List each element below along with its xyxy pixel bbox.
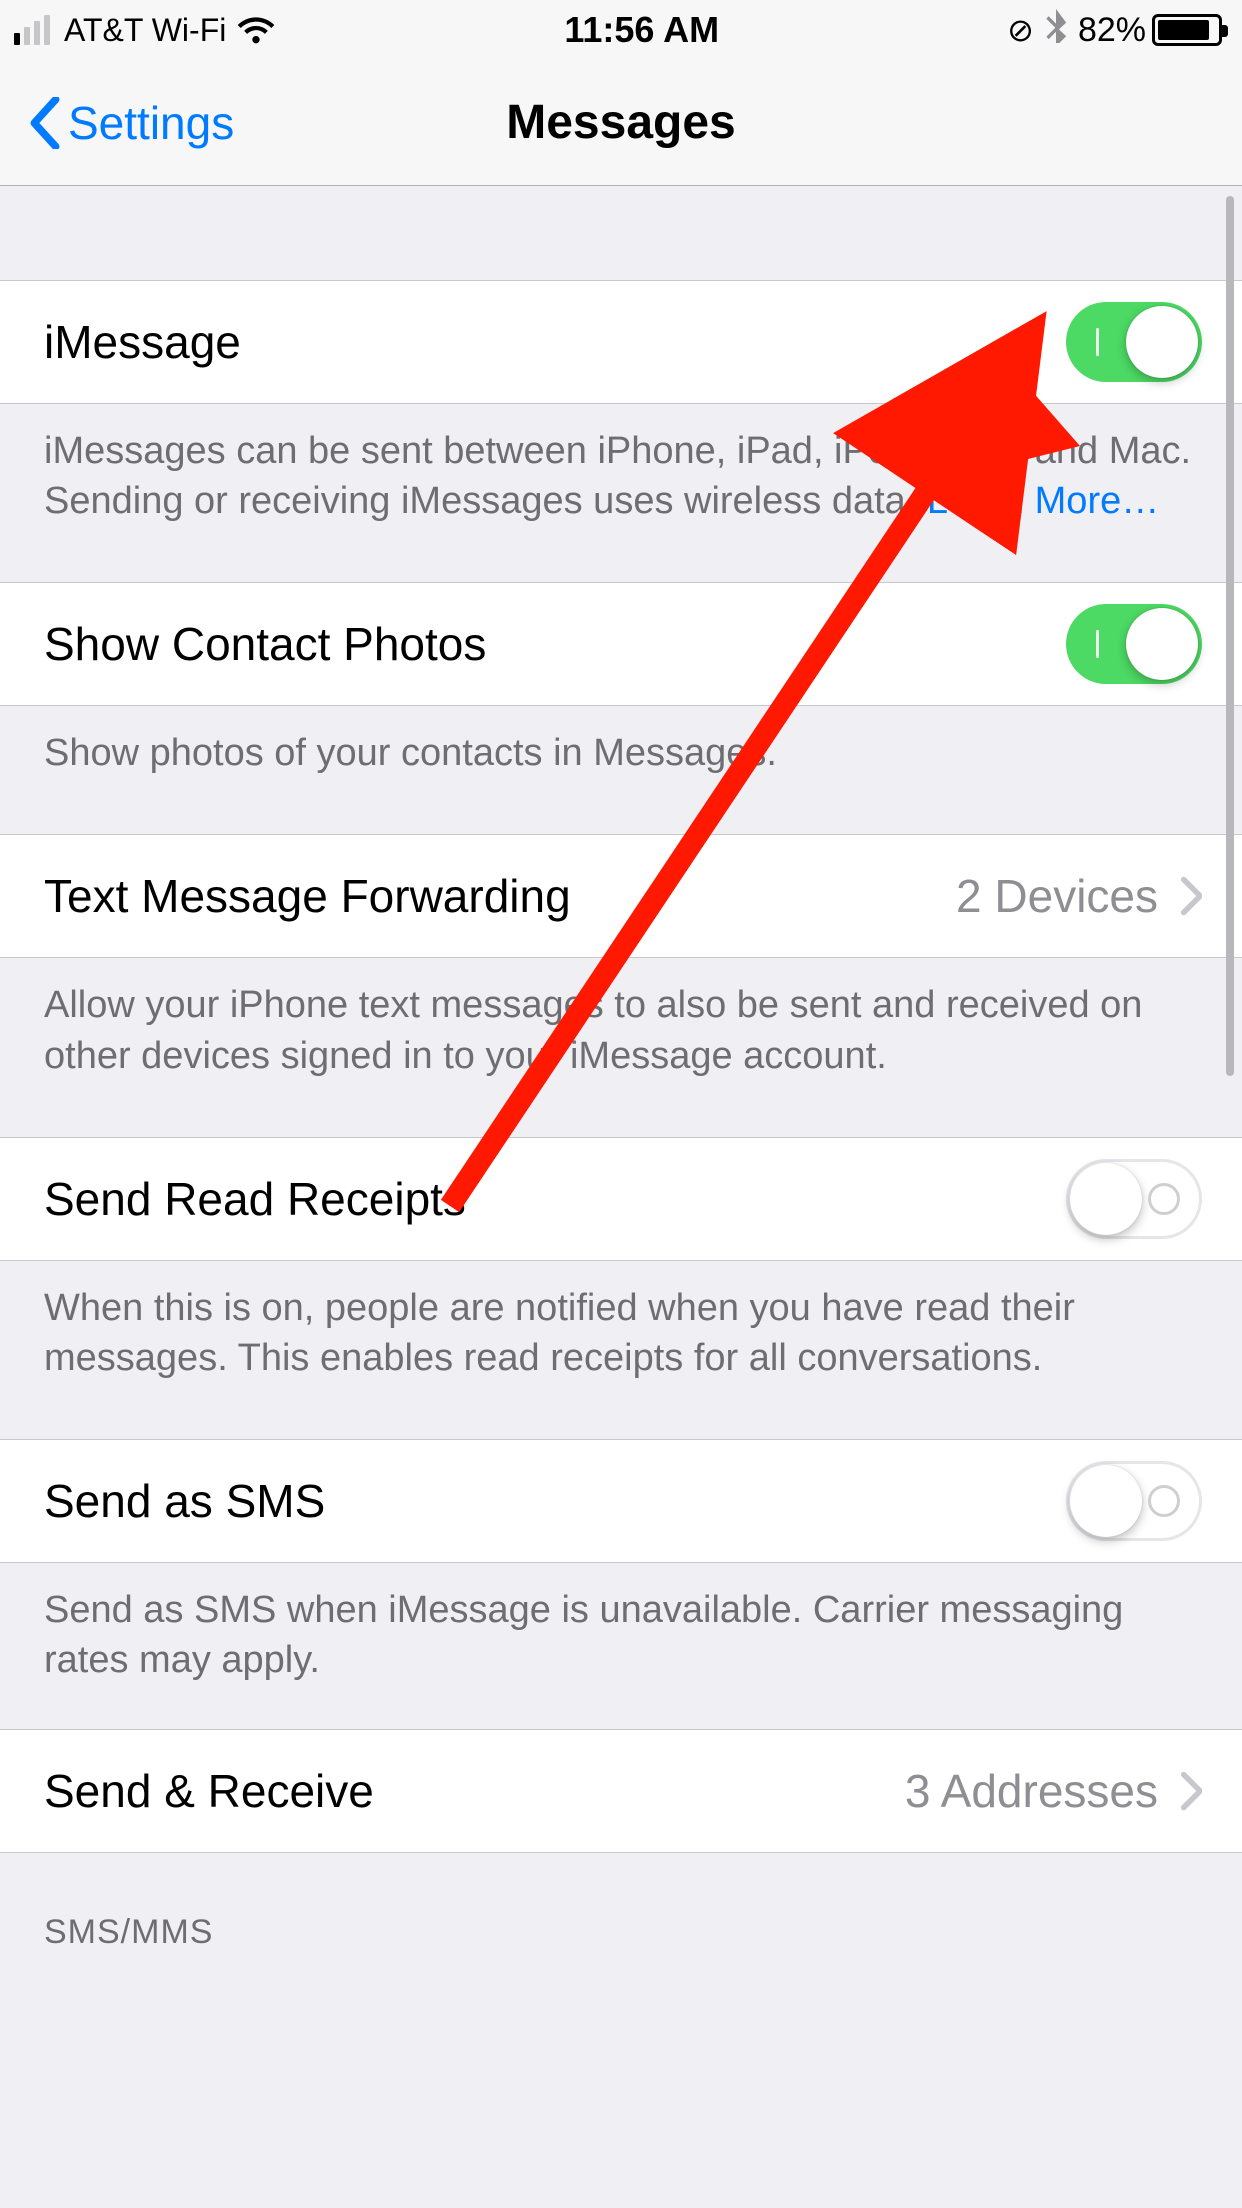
row-label: Text Message Forwarding xyxy=(44,869,571,923)
row-label: Send Read Receipts xyxy=(44,1172,466,1226)
row-label: Send & Receive xyxy=(44,1764,374,1818)
back-button[interactable]: Settings xyxy=(30,96,234,150)
toggle-show-contact-photos[interactable] xyxy=(1066,604,1202,684)
chevron-right-icon xyxy=(1180,876,1202,916)
scroll-indicator[interactable] xyxy=(1226,196,1234,1076)
footer-read-receipts: When this is on, people are notified whe… xyxy=(0,1261,1242,1439)
toggle-send-as-sms[interactable] xyxy=(1066,1461,1202,1541)
row-imessage[interactable]: iMessage xyxy=(0,280,1242,404)
nav-bar: Settings Messages xyxy=(0,60,1242,186)
cell-signal-icon xyxy=(14,15,50,45)
settings-content: iMessage iMessages can be sent between i… xyxy=(0,186,1242,2208)
footer-imessage: iMessages can be sent between iPhone, iP… xyxy=(0,404,1242,582)
orientation-lock-icon: ⊘ xyxy=(1007,11,1034,49)
row-label: Show Contact Photos xyxy=(44,617,486,671)
status-bar: AT&T Wi-Fi 11:56 AM ⊘ 82% xyxy=(0,0,1242,60)
bluetooth-icon xyxy=(1044,9,1068,51)
toggle-imessage[interactable] xyxy=(1066,302,1202,382)
chevron-right-icon xyxy=(1180,1771,1202,1811)
toggle-read-receipts[interactable] xyxy=(1066,1159,1202,1239)
row-label: iMessage xyxy=(44,315,241,369)
battery-icon xyxy=(1152,14,1222,46)
footer-show-contact-photos: Show photos of your contacts in Messages… xyxy=(0,706,1242,834)
learn-more-link[interactable]: Learn More… xyxy=(927,480,1159,522)
back-label: Settings xyxy=(68,96,234,150)
wifi-icon xyxy=(236,10,276,50)
battery-percent: 82% xyxy=(1078,11,1146,50)
row-show-contact-photos[interactable]: Show Contact Photos xyxy=(0,582,1242,706)
status-time: 11:56 AM xyxy=(564,9,719,51)
row-send-read-receipts[interactable]: Send Read Receipts xyxy=(0,1137,1242,1261)
row-send-as-sms[interactable]: Send as SMS xyxy=(0,1439,1242,1563)
section-header-smsmms: SMS/MMS xyxy=(0,1853,1242,1966)
carrier-label: AT&T Wi-Fi xyxy=(64,12,226,49)
footer-send-as-sms: Send as SMS when iMessage is unavailable… xyxy=(0,1563,1242,1729)
footer-text-forwarding: Allow your iPhone text messages to also … xyxy=(0,958,1242,1136)
row-label: Send as SMS xyxy=(44,1474,325,1528)
row-value: 3 Addresses xyxy=(905,1764,1158,1818)
row-text-message-forwarding[interactable]: Text Message Forwarding 2 Devices xyxy=(0,834,1242,958)
row-value: 2 Devices xyxy=(956,869,1158,923)
row-send-and-receive[interactable]: Send & Receive 3 Addresses xyxy=(0,1729,1242,1853)
